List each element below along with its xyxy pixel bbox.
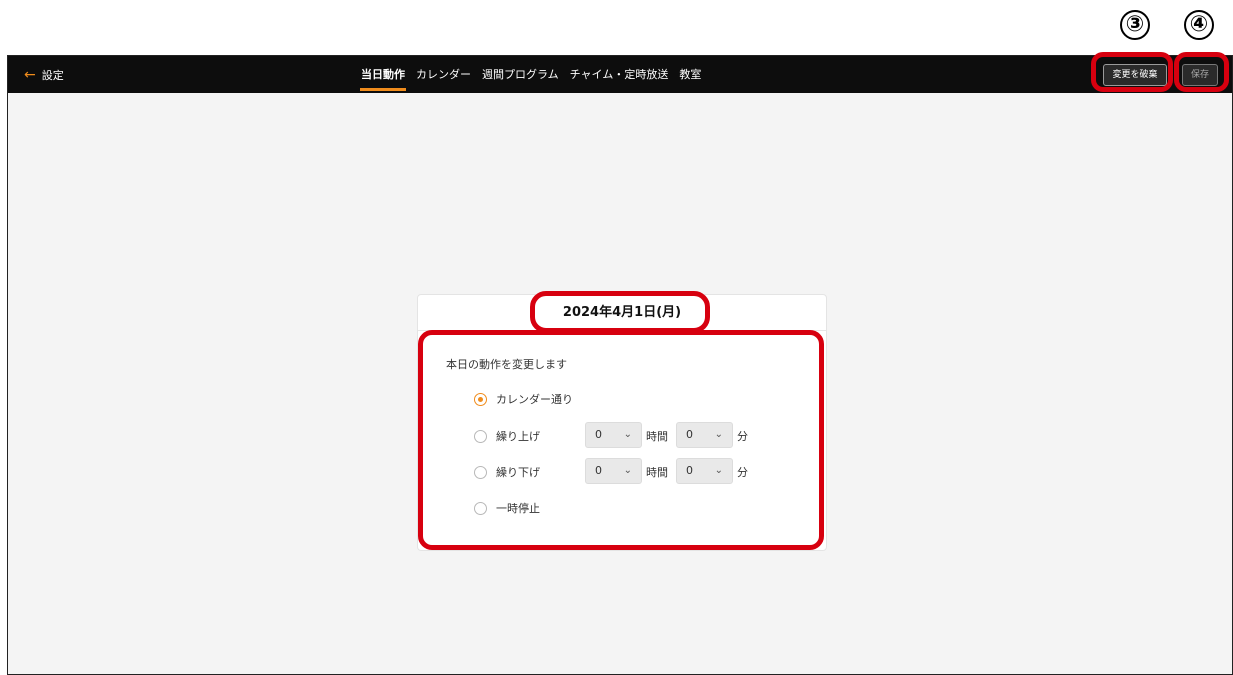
advance-minutes-value: 0 <box>686 428 693 441</box>
delay-hours-unit: 時間 <box>646 466 668 479</box>
back-label: 設定 <box>41 68 64 82</box>
tab-calendar[interactable]: カレンダー <box>415 56 472 93</box>
back-button[interactable]: ← 設定 <box>24 56 64 93</box>
tab-weekly-program[interactable]: 週間プログラム <box>481 56 560 93</box>
advance-hours-unit: 時間 <box>646 430 668 443</box>
option-pause-label: 一時停止 <box>496 502 540 515</box>
option-calendar[interactable]: カレンダー通り <box>474 391 573 407</box>
option-pause[interactable]: 一時停止 <box>474 500 540 516</box>
discard-changes-button[interactable]: 変更を破棄 <box>1103 64 1167 86</box>
chevron-down-icon: ⌄ <box>714 465 723 476</box>
option-advance-label: 繰り上げ <box>496 430 540 443</box>
option-advance[interactable]: 繰り上げ <box>474 428 540 444</box>
option-delay-label: 繰り下げ <box>496 466 540 479</box>
annotation-marker-4: ④ <box>1184 10 1214 40</box>
option-calendar-label: カレンダー通り <box>496 393 573 406</box>
delay-hours-value: 0 <box>595 464 602 477</box>
app-window: ← 設定 当日動作 カレンダー 週間プログラム チャイム・定時放送 教室 変更を… <box>7 55 1233 675</box>
today-operation-card: 2024年4月1日(月) 本日の動作を変更します カレンダー通り 繰り上げ 0 … <box>417 294 827 551</box>
screenshot-stage: ③ ④ ② ① ← 設定 当日動作 カレンダー 週間プログラム チャイム・定時放… <box>0 0 1233 675</box>
advance-hours-select[interactable]: 0 ⌄ <box>585 422 642 448</box>
delay-minutes-select[interactable]: 0 ⌄ <box>676 458 733 484</box>
delay-hours-select[interactable]: 0 ⌄ <box>585 458 642 484</box>
instruction-text: 本日の動作を変更します <box>446 358 567 371</box>
top-navigation-bar: ← 設定 当日動作 カレンダー 週間プログラム チャイム・定時放送 教室 変更を… <box>8 56 1232 93</box>
save-button[interactable]: 保存 <box>1182 64 1218 86</box>
tab-today-operation[interactable]: 当日動作 <box>360 56 406 93</box>
advance-minutes-select[interactable]: 0 ⌄ <box>676 422 733 448</box>
delay-minutes-unit: 分 <box>737 466 748 479</box>
back-arrow-icon: ← <box>24 66 36 83</box>
radio-calendar[interactable] <box>474 392 487 406</box>
annotation-marker-3: ③ <box>1120 10 1150 40</box>
chevron-down-icon: ⌄ <box>714 429 723 440</box>
radio-advance[interactable] <box>474 429 487 443</box>
option-delay[interactable]: 繰り下げ <box>474 464 540 480</box>
advance-hours-value: 0 <box>595 428 602 441</box>
tab-chime-broadcast[interactable]: チャイム・定時放送 <box>569 56 670 93</box>
radio-pause[interactable] <box>474 501 487 515</box>
tab-bar: 当日動作 カレンダー 週間プログラム チャイム・定時放送 教室 <box>360 56 702 93</box>
chevron-down-icon: ⌄ <box>623 465 632 476</box>
date-heading: 2024年4月1日(月) <box>418 295 826 331</box>
chevron-down-icon: ⌄ <box>623 429 632 440</box>
delay-minutes-value: 0 <box>686 464 693 477</box>
advance-minutes-unit: 分 <box>737 430 748 443</box>
radio-delay[interactable] <box>474 465 487 479</box>
tab-classroom[interactable]: 教室 <box>678 56 702 93</box>
